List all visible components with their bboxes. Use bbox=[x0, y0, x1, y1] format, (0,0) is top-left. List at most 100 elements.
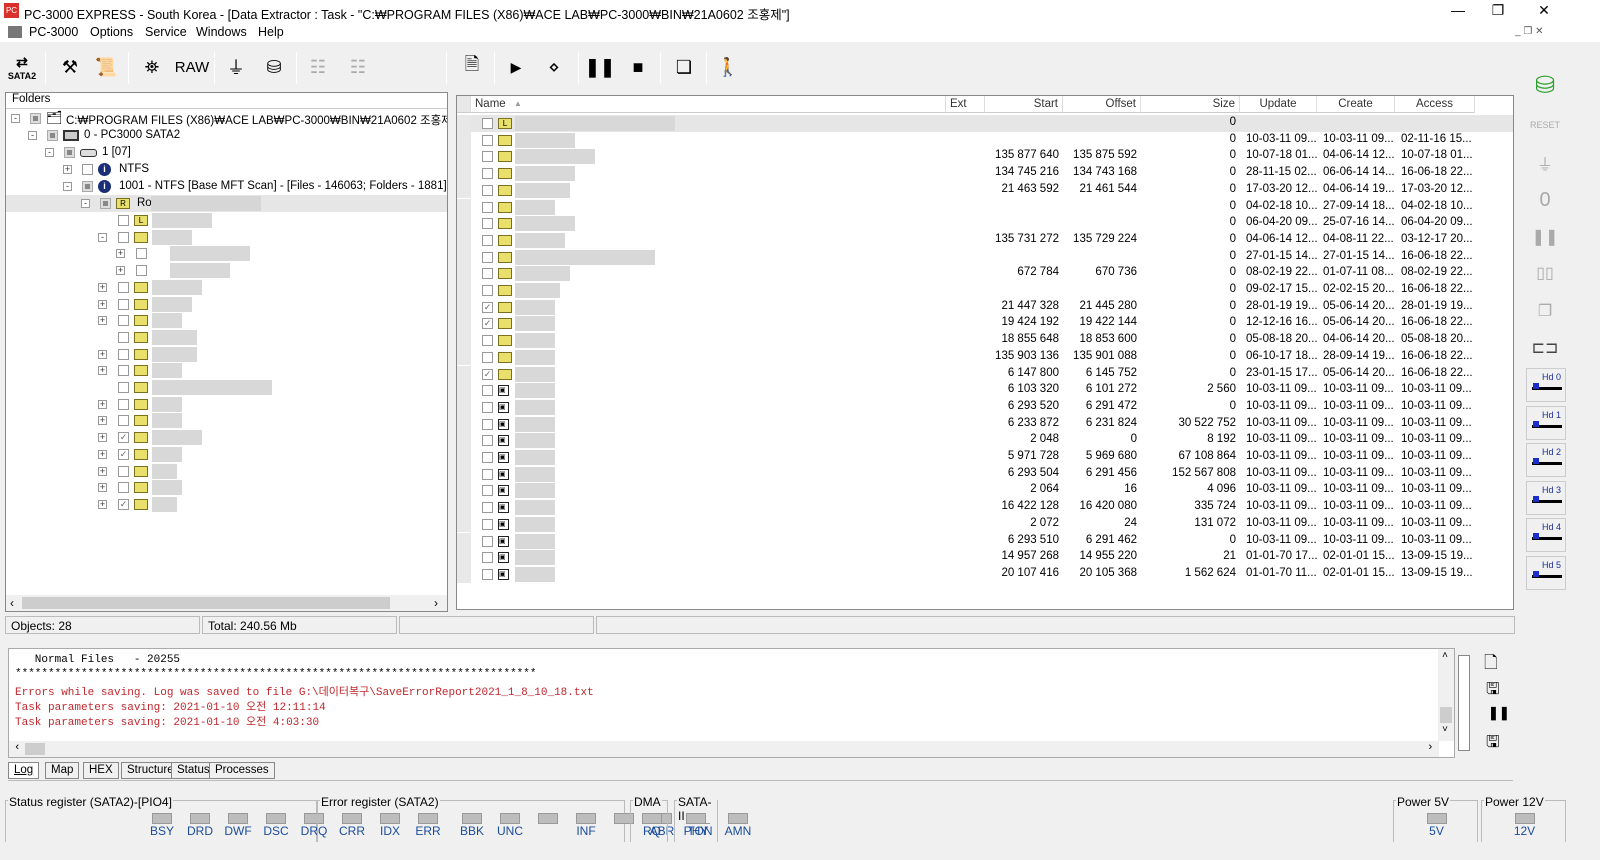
expand-toggle[interactable]: + bbox=[98, 483, 107, 493]
menu-help[interactable]: Help bbox=[258, 25, 284, 39]
reset-button[interactable]: RESET bbox=[1528, 110, 1562, 140]
node-checkbox[interactable] bbox=[30, 113, 41, 124]
tree-node-folder[interactable]: + bbox=[6, 463, 446, 480]
head-4-button[interactable]: Hd 4 bbox=[1526, 518, 1566, 552]
mdi-controls[interactable]: _ ❐ ✕ bbox=[1515, 26, 1543, 37]
windows-button[interactable]: ❏ bbox=[668, 50, 700, 84]
log-level-slider[interactable] bbox=[1458, 655, 1470, 751]
file-row[interactable]: 21 463 592 21 461 544 0 17-03-20 12... 04-06… bbox=[457, 181, 1513, 199]
file-row[interactable]: ▣ 6 233 872 6 231 824 30 522 752 10-03-11 09… bbox=[457, 415, 1513, 433]
row-checkbox[interactable] bbox=[482, 201, 493, 213]
power-button[interactable]: ⏚ bbox=[1528, 148, 1562, 178]
file-row[interactable]: ▣ 14 957 268 14 955 220 21 01-01-70 17... 02-… bbox=[457, 549, 1513, 566]
expand-toggle[interactable]: + bbox=[98, 416, 107, 426]
tab-hex[interactable]: HEX bbox=[83, 762, 119, 779]
file-row[interactable]: 134 745 216 134 743 168 0 28-11-15 02... 06-… bbox=[457, 165, 1513, 182]
file-row[interactable]: 135 877 640 135 875 592 0 10-07-18 01... 04-… bbox=[457, 148, 1513, 166]
collapse-toggle[interactable]: - bbox=[28, 131, 37, 140]
row-checkbox[interactable] bbox=[482, 418, 493, 430]
column-header-create[interactable]: Create bbox=[1317, 96, 1395, 113]
row-checkbox[interactable] bbox=[482, 435, 493, 447]
menu-service[interactable]: Service bbox=[145, 25, 187, 39]
search-button[interactable]: ⛯ bbox=[136, 50, 168, 84]
tree-node-folder[interactable]: + bbox=[6, 245, 446, 262]
tree-node-folder[interactable] bbox=[6, 329, 446, 346]
row-checkbox[interactable]: ✓ bbox=[482, 301, 493, 313]
head-2-button[interactable]: Hd 2 bbox=[1526, 443, 1566, 477]
tab-processes[interactable]: Processes bbox=[209, 762, 275, 779]
switch-device-button[interactable]: ⛁ bbox=[1528, 70, 1562, 100]
column-header-start[interactable]: Start bbox=[985, 96, 1063, 113]
sata2-button[interactable]: ⇄ SATA2 bbox=[6, 50, 38, 84]
node-checkbox[interactable] bbox=[118, 281, 129, 293]
row-checkbox[interactable] bbox=[482, 535, 493, 547]
task-button[interactable]: 🗎 bbox=[456, 50, 488, 84]
node-checkbox[interactable] bbox=[118, 365, 129, 377]
file-row[interactable]: ▣ 2 048 0 8 192 10-03-11 09... 10-03-11 09...… bbox=[457, 432, 1513, 449]
row-checkbox[interactable] bbox=[482, 118, 493, 129]
minimize-button[interactable]: — bbox=[1438, 2, 1478, 18]
log-pause-button[interactable]: ❚❚ bbox=[1488, 705, 1510, 721]
file-row[interactable]: ▣ 6 103 320 6 101 272 2 560 10-03-11 09... 10… bbox=[457, 382, 1513, 399]
head-3-button[interactable]: Hd 3 bbox=[1526, 480, 1566, 515]
scroll-down-icon[interactable]: ˅ bbox=[1442, 725, 1448, 736]
zero-button[interactable]: 0 bbox=[1528, 185, 1562, 215]
node-checkbox[interactable] bbox=[118, 331, 129, 343]
tab-log[interactable]: Log bbox=[8, 762, 40, 779]
expand-toggle[interactable]: + bbox=[98, 349, 107, 359]
file-row[interactable]: ▣ 16 422 128 16 420 080 335 724 10-03-11 09.… bbox=[457, 499, 1513, 516]
column-header-name[interactable]: Name bbox=[471, 96, 946, 113]
head-1-button[interactable]: Hd 1 bbox=[1526, 405, 1566, 440]
tree-node-folder[interactable]: + bbox=[6, 346, 446, 363]
tree-node-ntfs[interactable]: + i NTFS bbox=[6, 161, 446, 178]
row-checkbox[interactable] bbox=[482, 285, 493, 296]
exit-button[interactable]: 🚶 bbox=[712, 50, 744, 84]
file-row[interactable]: 0 09-02-17 15... 02-02-15 20... 16-06-18 22… bbox=[457, 282, 1513, 299]
save-log-button[interactable]: 🖫 bbox=[1486, 678, 1500, 705]
tree-node-folder[interactable] bbox=[6, 379, 446, 396]
disk-filter-button[interactable]: ⛁ bbox=[258, 50, 290, 84]
row-checkbox[interactable] bbox=[482, 401, 493, 413]
filter-button[interactable]: ⏚ bbox=[220, 50, 252, 84]
file-row[interactable]: ▣ 5 971 728 5 969 680 67 108 864 10-03-11 09… bbox=[457, 449, 1513, 466]
log-output[interactable]: Normal Files - 20255 *******************… bbox=[8, 648, 1455, 758]
tree-node-folder[interactable]: + ✓ bbox=[6, 446, 446, 463]
scroll-up-icon[interactable]: ˄ bbox=[1442, 651, 1448, 662]
connector-button[interactable]: ⊏⊐ bbox=[1528, 333, 1562, 363]
pause-button[interactable]: ❚❚ bbox=[584, 50, 616, 84]
row-checkbox[interactable] bbox=[482, 502, 493, 514]
tree-node-folder[interactable]: + bbox=[6, 412, 446, 429]
node-checkbox[interactable] bbox=[118, 382, 129, 393]
node-checkbox[interactable] bbox=[118, 231, 129, 243]
node-checkbox[interactable] bbox=[64, 147, 75, 158]
expand-toggle[interactable]: + bbox=[63, 165, 72, 174]
tree-node-root[interactable]: - 🗂 C:₩PROGRAM FILES (X86)₩ACE LAB₩PC-30… bbox=[6, 110, 447, 127]
tree-node-folder[interactable]: + ✓ bbox=[6, 429, 446, 446]
node-checkbox[interactable] bbox=[82, 181, 93, 192]
node-checkbox[interactable] bbox=[118, 315, 129, 327]
file-row[interactable]: ▣ 20 107 416 20 105 368 1 562 624 01-01-70 1… bbox=[457, 565, 1513, 583]
raw-button[interactable]: RAW bbox=[172, 50, 212, 84]
scroll-right-icon[interactable]: › bbox=[434, 596, 438, 610]
node-checkbox[interactable] bbox=[118, 415, 129, 427]
column-header-access[interactable]: Access bbox=[1395, 96, 1475, 113]
file-row[interactable]: 0 10-03-11 09... 10-03-11 09... 02-11-16 15… bbox=[457, 131, 1513, 149]
row-checkbox[interactable] bbox=[482, 268, 493, 280]
tree-node-scan[interactable]: - i 1001 - NTFS [Base MFT Scan] - [Files… bbox=[6, 178, 447, 195]
tree-button[interactable]: ☷ bbox=[302, 50, 334, 84]
node-checkbox[interactable] bbox=[136, 265, 147, 277]
file-row[interactable]: ▣ 6 293 510 6 291 462 0 10-03-11 09... 10-03-… bbox=[457, 532, 1513, 550]
expand-toggle[interactable]: + bbox=[98, 466, 107, 476]
collapse-toggle[interactable]: - bbox=[63, 182, 72, 191]
tree-node-folder[interactable]: + bbox=[6, 279, 446, 296]
expand-toggle[interactable]: + bbox=[98, 499, 107, 509]
file-row[interactable]: 135 731 272 135 729 224 0 04-06-14 12... 04-… bbox=[457, 231, 1513, 249]
column-header-offset[interactable]: Offset bbox=[1063, 96, 1141, 113]
right-pause-button[interactable]: ❚❚ bbox=[1528, 222, 1562, 252]
info-button[interactable]: 📜 bbox=[90, 50, 122, 84]
expand-toggle[interactable]: + bbox=[98, 282, 107, 292]
node-checkbox[interactable] bbox=[118, 215, 129, 226]
expand-toggle[interactable]: + bbox=[98, 399, 107, 409]
expand-toggle[interactable]: + bbox=[98, 433, 107, 443]
close-button[interactable]: ✕ bbox=[1524, 2, 1564, 19]
